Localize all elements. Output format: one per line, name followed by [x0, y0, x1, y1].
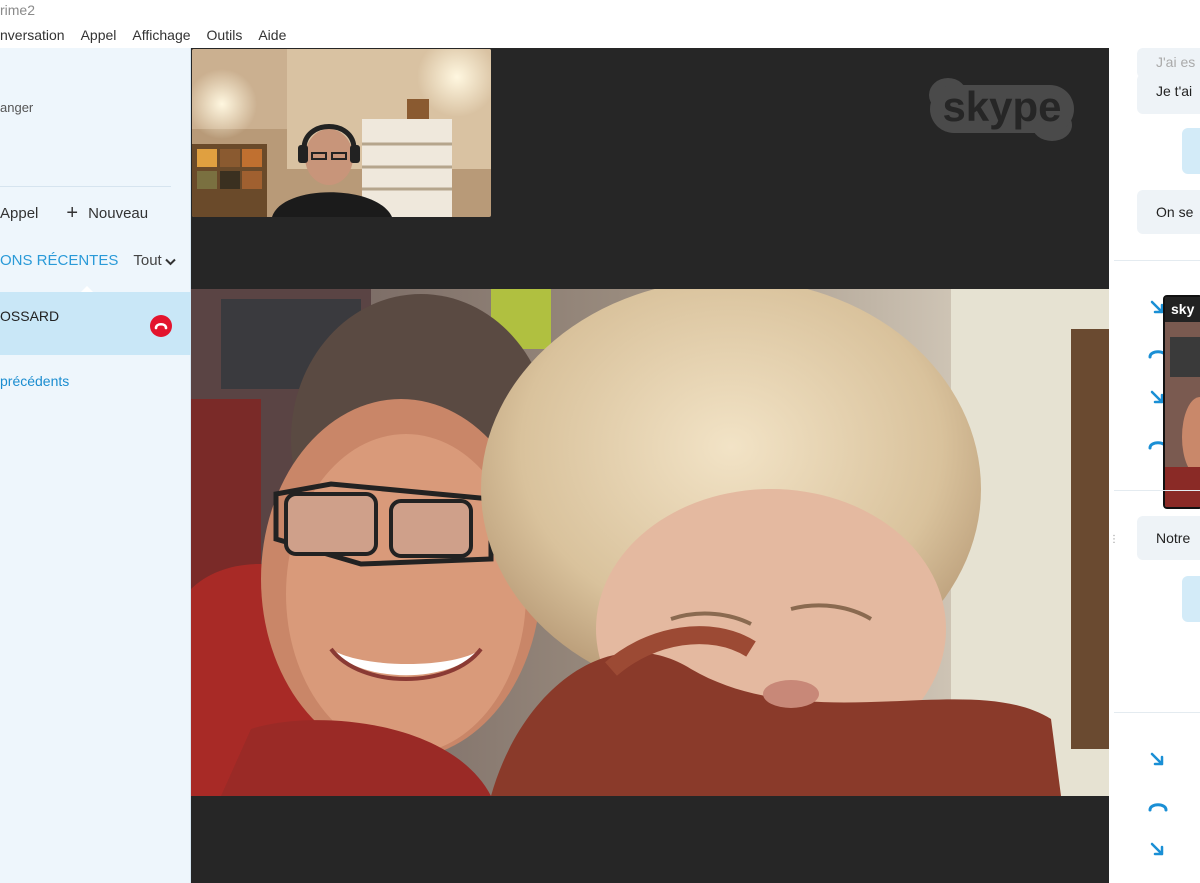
- chevron-down-icon: [165, 258, 176, 265]
- chat-divider: [1114, 260, 1200, 261]
- list-item-active-call[interactable]: OSSARD: [0, 292, 191, 355]
- new-button[interactable]: + Nouveau: [66, 203, 148, 223]
- new-label: Nouveau: [88, 204, 149, 222]
- call-ended-icon: [1148, 803, 1168, 812]
- video-area: skype: [191, 48, 1109, 883]
- sidebar: anger Appel + Nouveau ONS RÉCENTES Tout …: [0, 48, 191, 883]
- plus-icon: +: [66, 202, 79, 224]
- remote-pip-video[interactable]: [192, 49, 491, 217]
- incoming-call-icon: [1150, 842, 1164, 856]
- chat-divider: [1114, 712, 1200, 713]
- svg-text:sky: sky: [1171, 301, 1195, 317]
- previous-link[interactable]: précédents: [0, 373, 69, 389]
- window-title: rime2: [0, 0, 1200, 22]
- status-text[interactable]: anger: [0, 100, 33, 115]
- main-video-frame: [191, 289, 1109, 796]
- chat-message-outgoing: [1182, 576, 1200, 622]
- sidebar-divider: [0, 186, 171, 187]
- menu-aide[interactable]: Aide: [250, 22, 294, 48]
- pip-video-frame: [192, 49, 491, 217]
- chat-panel: J'ai es Je t'ai On se sky ⋮ Notre: [1109, 48, 1200, 883]
- resize-handle-icon[interactable]: ⋮: [1109, 535, 1119, 545]
- end-call-icon[interactable]: [150, 315, 172, 337]
- main-video-feed[interactable]: [191, 289, 1109, 796]
- self-view-frame: sky: [1165, 297, 1200, 507]
- self-view-video[interactable]: sky: [1163, 295, 1200, 509]
- menu-appel[interactable]: Appel: [73, 22, 125, 48]
- contact-name: OSSARD: [0, 308, 60, 324]
- chat-message-outgoing: [1182, 128, 1200, 174]
- filter-label: Tout: [133, 252, 162, 269]
- chat-divider: [1114, 490, 1200, 491]
- recent-conversations-header: ONS RÉCENTES Tout: [0, 252, 191, 269]
- menu-outils[interactable]: Outils: [199, 22, 251, 48]
- recent-label[interactable]: ONS RÉCENTES: [0, 252, 118, 269]
- filter-dropdown[interactable]: Tout: [133, 252, 176, 269]
- menu-affichage[interactable]: Affichage: [124, 22, 198, 48]
- phone-hangup-icon: [154, 322, 168, 330]
- menu-bar: nversation Appel Affichage Outils Aide: [0, 22, 1200, 48]
- chat-message: Notre: [1137, 516, 1200, 560]
- incoming-call-icon: [1150, 752, 1164, 766]
- skype-logo: skype: [929, 78, 1074, 141]
- menu-conversation[interactable]: nversation: [0, 22, 73, 48]
- skype-logo-text: skype: [942, 83, 1061, 130]
- chat-message: On se: [1137, 190, 1200, 234]
- sidebar-actions: Appel + Nouveau: [0, 198, 191, 228]
- call-button[interactable]: Appel: [0, 205, 38, 222]
- chat-message: Je t'ai: [1137, 74, 1200, 114]
